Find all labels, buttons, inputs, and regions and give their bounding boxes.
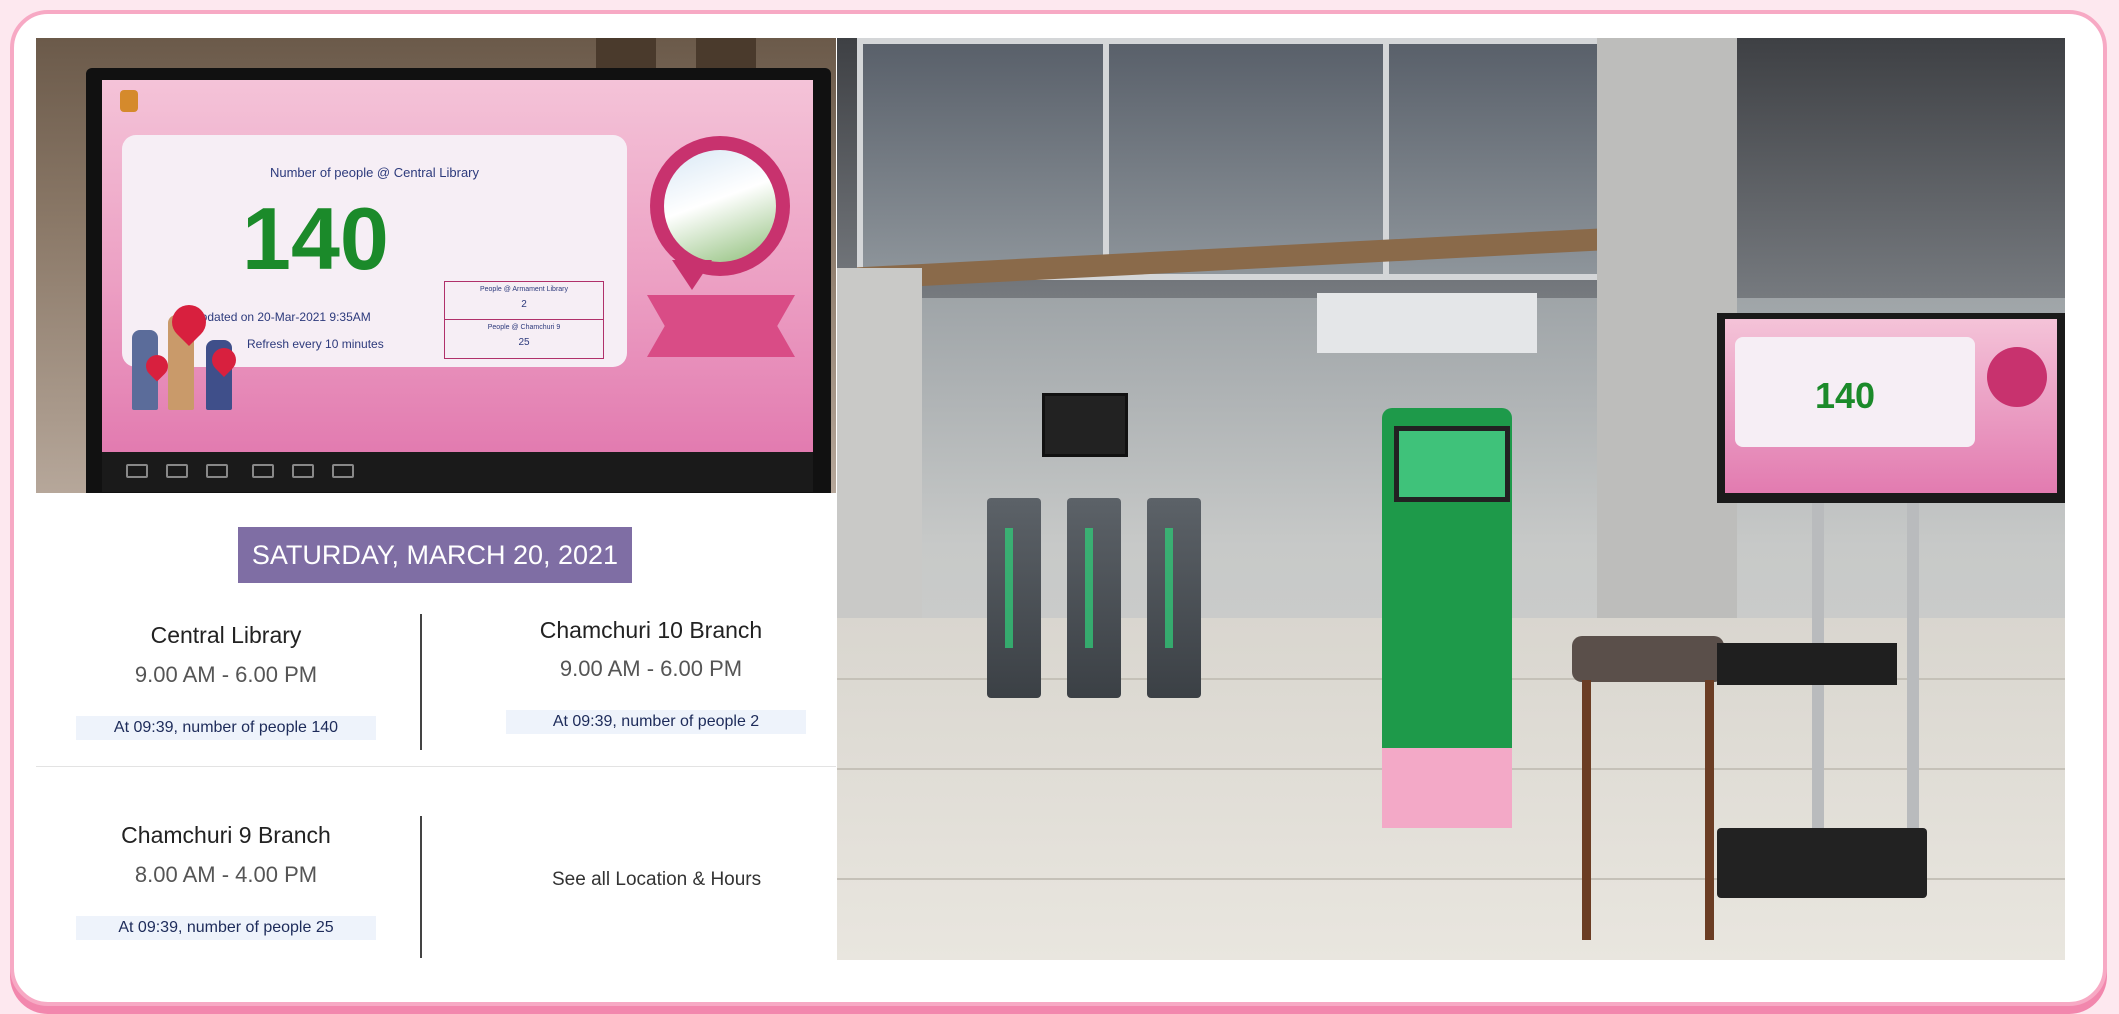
row-divider [36, 766, 836, 767]
refresh-note: Refresh every 10 minutes [247, 337, 384, 351]
library-hours-panel: SATURDAY, MARCH 20, 2021 Central Library… [36, 496, 836, 958]
volume-down-icon [252, 464, 274, 478]
bubble-tail [672, 260, 712, 290]
window-mullion [1103, 44, 1109, 274]
temperature-scanner-monitor [1042, 393, 1128, 457]
location-hours: 8.00 AM - 4.00 PM [134, 862, 318, 887]
tv-stand-base [1717, 828, 1927, 898]
branch-count-row: People @ Armament Library 2 [445, 282, 603, 320]
stool-leg [1582, 680, 1591, 940]
display-screen: Number of people @ Central Library 140 U… [102, 80, 813, 452]
location-name: Chamchuri 10 Branch [539, 617, 763, 643]
stool-seat [1572, 636, 1724, 682]
see-all-locations-link[interactable]: See all Location & Hours [552, 869, 761, 891]
turnstile-gate [987, 498, 1041, 698]
lobby-occupancy-display: 140 [1717, 313, 2065, 503]
gate-light [1005, 528, 1013, 648]
lobby-count-card: 140 [1735, 337, 1975, 447]
stool-leg [1705, 680, 1714, 940]
branch-count-value: 2 [521, 299, 527, 310]
pillar [837, 268, 922, 648]
building-photo [664, 150, 776, 262]
location-count: At 09:39, number of people 140 [76, 716, 376, 740]
turnstile-gate [1067, 498, 1121, 698]
date-banner: SATURDAY, MARCH 20, 2021 [238, 527, 632, 583]
column-divider [420, 614, 422, 750]
branch-count-label: People @ Armament Library [479, 286, 569, 293]
library-wall-sign [1317, 293, 1537, 353]
lobby-people-count: 140 [1815, 375, 1876, 416]
home-icon [166, 464, 188, 478]
column-divider [420, 816, 422, 958]
display-photo: Number of people @ Central Library 140 U… [36, 38, 836, 493]
turnstile-gate [1147, 498, 1201, 698]
branch-count-label: People @ Chamchuri 9 [487, 324, 561, 331]
android-nav-bar [102, 452, 813, 492]
location-name: Chamchuri 9 Branch [121, 822, 331, 848]
kiosk-base [1382, 748, 1512, 828]
gate-light [1165, 528, 1173, 648]
tv-stand-shelf [1717, 643, 1897, 685]
back-icon [126, 464, 148, 478]
ribbon-banner [647, 295, 795, 357]
location-count: At 09:39, number of people 25 [76, 916, 376, 940]
pillar [1597, 38, 1737, 658]
location-name: Central Library [150, 622, 302, 648]
kiosk-screen [1394, 426, 1510, 502]
updated-time: Updated on 20-Mar-2021 9:35AM [192, 310, 371, 324]
lobby-display-screen: 140 [1725, 319, 2057, 493]
library-logo [120, 90, 138, 112]
lobby-building-bubble [1987, 347, 2047, 407]
menu-icon [332, 464, 354, 478]
branch-count-row: People @ Chamchuri 9 25 [445, 320, 603, 358]
count-heading: Number of people @ Central Library [269, 165, 479, 180]
occupancy-display: Number of people @ Central Library 140 U… [86, 68, 831, 493]
people-count: 140 [242, 189, 389, 288]
gate-light [1085, 528, 1093, 648]
branch-count-value: 25 [518, 337, 530, 348]
recents-icon [206, 464, 228, 478]
volume-up-icon [292, 464, 314, 478]
location-hours: 9.00 AM - 6.00 PM [559, 656, 743, 681]
building-photo-bubble [650, 136, 790, 276]
library-entrance-photo: 140 [837, 38, 2065, 960]
location-count: At 09:39, number of people 2 [506, 710, 806, 734]
location-hours: 9.00 AM - 6.00 PM [134, 662, 318, 687]
branch-count-table: People @ Armament Library 2 People @ Cha… [444, 281, 604, 359]
